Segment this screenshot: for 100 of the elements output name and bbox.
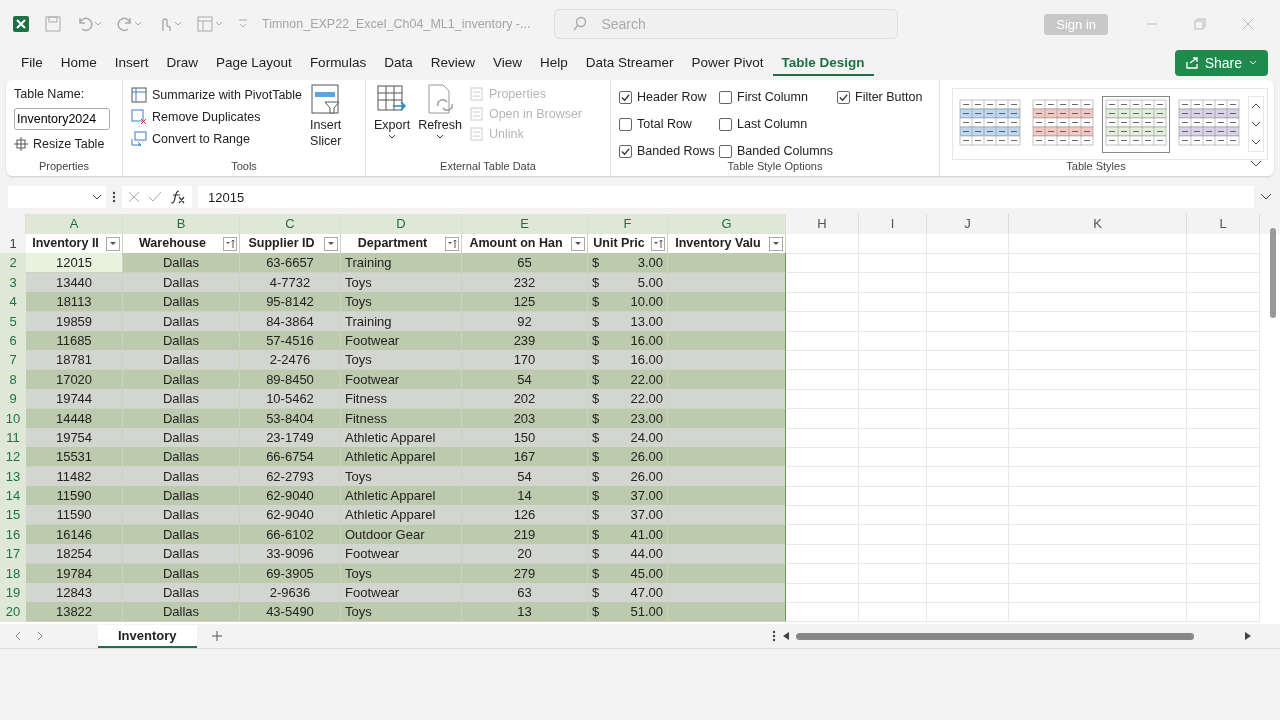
column-header[interactable]: A xyxy=(26,214,123,236)
column-header[interactable]: E xyxy=(462,214,588,236)
collapse-ribbon-icon[interactable] xyxy=(1250,160,1262,168)
table-header: Supplier ID xyxy=(247,235,316,252)
expand-icon[interactable] xyxy=(1260,193,1272,201)
table-cell-text: 22.00 xyxy=(630,390,663,409)
checkbox[interactable] xyxy=(619,117,632,131)
filter-button[interactable] xyxy=(769,236,783,251)
column-header[interactable]: B xyxy=(123,214,240,236)
empty-cell xyxy=(859,234,927,254)
table-style-icon xyxy=(1032,98,1094,147)
checkbox[interactable] xyxy=(719,144,732,158)
resize-table-button[interactable]: Resize Table xyxy=(14,137,110,151)
table-cell: Dallas xyxy=(123,447,240,468)
insert-slicer-button[interactable]: Insert Slicer xyxy=(310,84,342,160)
search-field[interactable]: Search xyxy=(554,9,899,39)
function-icon[interactable] xyxy=(170,190,186,204)
ribbon-tab[interactable]: Power Pivot xyxy=(682,50,773,76)
scroll-down-icon[interactable] xyxy=(1251,139,1261,145)
table-cell: 66-6754 xyxy=(240,447,341,468)
table-cell-text: 41.00 xyxy=(630,525,663,544)
formula-field[interactable]: 12015 xyxy=(198,186,1254,208)
table-cell-text: 45.00 xyxy=(630,564,663,583)
ribbon-tab[interactable]: Insert xyxy=(105,50,158,76)
table-cell: 43-5490 xyxy=(240,602,341,623)
share-button[interactable]: Share xyxy=(1174,50,1268,76)
ribbon-tab[interactable]: Help xyxy=(530,50,577,76)
ribbon-tab[interactable]: Table Design xyxy=(772,50,874,76)
table-cell: Dallas xyxy=(123,350,240,371)
document-icon xyxy=(469,87,484,101)
filter-button[interactable] xyxy=(571,236,585,251)
table-name-field[interactable]: Inventory2024 xyxy=(14,108,110,130)
table-cell-text: 37.00 xyxy=(630,506,663,525)
table-cell: 16146 xyxy=(26,524,123,545)
table-cell: 53-8404 xyxy=(240,408,341,429)
checkbox-label: Banded Rows xyxy=(619,142,719,160)
currency-symbol: $ xyxy=(592,312,600,331)
table-cell: 150 xyxy=(462,427,588,448)
table-style-thumbnail[interactable] xyxy=(1102,95,1170,153)
column-header[interactable]: I xyxy=(859,214,927,236)
add-sheet-icon[interactable] xyxy=(210,630,223,642)
filter-button[interactable] xyxy=(324,236,338,251)
scroll-right-icon[interactable] xyxy=(1244,631,1252,641)
row-number: 6 xyxy=(0,330,26,351)
column-header[interactable]: L xyxy=(1187,214,1260,236)
scroll-left-icon[interactable] xyxy=(782,631,790,641)
ribbon-tab[interactable]: Draw xyxy=(157,50,208,76)
window-title: Timnon_EXP22_Excel_Ch04_ML1_inventory -... xyxy=(262,17,531,31)
ribbon-tab[interactable]: Data xyxy=(375,50,422,76)
table-cell: Toys xyxy=(341,466,462,487)
ribbon-tab[interactable]: Review xyxy=(421,50,484,76)
table-cell: Footwear xyxy=(341,544,462,565)
sheet-tab[interactable]: Inventory xyxy=(98,624,197,648)
table-style-icon xyxy=(1178,98,1240,147)
column-header[interactable]: D xyxy=(341,214,462,236)
more-icon[interactable] xyxy=(772,630,776,642)
table-cell: 18781 xyxy=(26,350,123,371)
column-header[interactable]: K xyxy=(1009,214,1187,236)
ribbon-tab[interactable]: Data Streamer xyxy=(576,50,683,76)
table-cell: Athletic Apparel xyxy=(341,505,462,526)
more-icon[interactable] xyxy=(112,191,116,203)
scroll-down-icon[interactable] xyxy=(1251,121,1261,127)
ribbon-tab[interactable]: Home xyxy=(51,50,106,76)
ribbon-button[interactable]: Summarize with PivotTable xyxy=(131,87,303,103)
scroll-up-icon[interactable] xyxy=(1251,103,1261,109)
gallery-scroll[interactable] xyxy=(1248,96,1264,152)
scrollbar-thumb[interactable] xyxy=(1270,228,1276,318)
table-cell: 23-1749 xyxy=(240,427,341,448)
export-button[interactable]: Export xyxy=(374,84,411,160)
caret-icon xyxy=(772,241,780,246)
filter-button[interactable] xyxy=(106,236,120,251)
ribbon-tab[interactable]: File xyxy=(12,50,52,76)
caret-icon xyxy=(327,241,335,246)
checkbox[interactable] xyxy=(719,117,732,131)
refresh-button[interactable]: Refresh xyxy=(418,84,462,160)
column-header[interactable]: C xyxy=(240,214,341,236)
search-icon xyxy=(572,16,589,32)
previous-sheet-icon[interactable] xyxy=(14,631,22,641)
ribbon-tab[interactable]: Page Layout xyxy=(207,50,301,76)
column-header[interactable]: G xyxy=(668,214,786,236)
table-cell: 202 xyxy=(462,389,588,410)
ribbon-tab[interactable]: View xyxy=(483,50,531,76)
ribbon-tab[interactable]: Formulas xyxy=(300,50,376,76)
checkbox[interactable] xyxy=(837,90,850,104)
table-cell: 4-7732 xyxy=(240,272,341,293)
table-cell: Dallas xyxy=(123,583,240,604)
ribbon-button[interactable]: Convert to Range xyxy=(131,131,303,147)
column-header[interactable]: F xyxy=(588,214,668,236)
checkbox[interactable] xyxy=(719,90,732,104)
next-sheet-icon[interactable] xyxy=(36,631,44,641)
column-header[interactable]: J xyxy=(927,214,1009,236)
table-cell: 95-8142 xyxy=(240,292,341,313)
checkbox[interactable] xyxy=(619,144,632,158)
table-cell: Dallas xyxy=(123,311,240,332)
currency-symbol: $ xyxy=(592,525,600,544)
caret-icon xyxy=(1248,59,1258,67)
scrollbar-thumb[interactable] xyxy=(796,632,1194,640)
checkbox[interactable] xyxy=(619,90,632,104)
table-cell: 12843 xyxy=(26,583,123,604)
ribbon-button[interactable]: Remove Duplicates xyxy=(131,109,303,125)
